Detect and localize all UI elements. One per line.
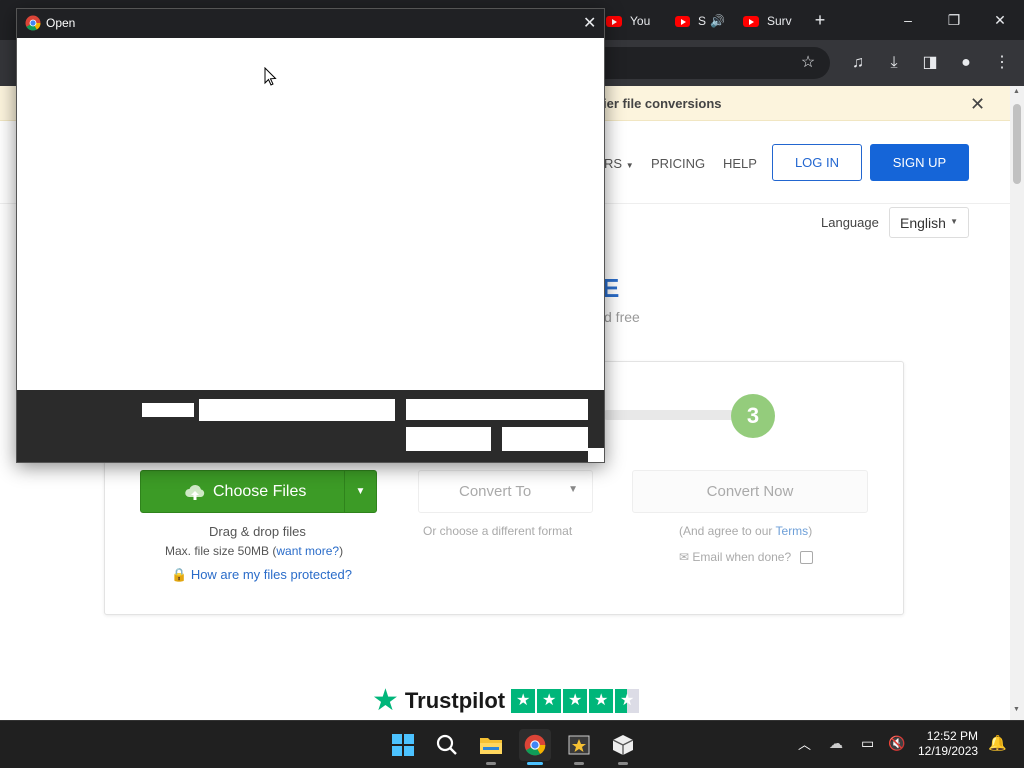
running-indicator <box>486 762 496 765</box>
files-protected-row: 🔒 How are my files protected? <box>171 567 352 583</box>
speaker-icon[interactable]: 🔊 <box>710 14 725 28</box>
scrollbar-thumb[interactable] <box>1013 104 1021 184</box>
video-editor-icon <box>568 735 590 755</box>
taskbar-file-explorer[interactable] <box>475 729 507 765</box>
windows-start-icon <box>392 734 414 756</box>
file-explorer-icon <box>480 738 502 754</box>
new-tab-button[interactable]: + <box>800 8 840 32</box>
bookmark-star-icon[interactable]: ☆ <box>797 52 819 74</box>
dialog-title: Open <box>46 16 76 30</box>
chrome-icon <box>25 15 41 31</box>
browser-tab[interactable]: S 🔊 <box>675 8 725 34</box>
trustpilot-star-icon: ★ <box>372 684 399 717</box>
choose-files-button[interactable]: Choose Files ▼ <box>140 470 377 513</box>
choose-files-label: Choose Files <box>213 483 307 500</box>
language-label: Language <box>821 215 879 230</box>
envelope-icon: ✉ <box>679 550 690 564</box>
taskbar-video-editor[interactable] <box>563 729 595 765</box>
email-when-done: ✉ Email when done? <box>679 550 814 565</box>
trustpilot-badge[interactable]: ★ Trustpilot ★ ★ ★ ★ ★ <box>372 686 641 716</box>
files-protected-link[interactable]: How are my files protected? <box>191 567 352 582</box>
step-3-badge: 3 <box>731 394 775 438</box>
nav-pricing[interactable]: PRICING <box>651 156 705 171</box>
dialog-close-icon[interactable]: ✕ <box>583 13 596 33</box>
trustpilot-wordmark: Trustpilot <box>404 688 506 713</box>
chevron-down-icon: ▼ <box>568 484 578 495</box>
banner-close-icon[interactable]: ✕ <box>970 94 985 115</box>
browser-tab[interactable]: You <box>606 8 656 34</box>
page-subtitle: d free <box>604 309 640 325</box>
clock-date: 12/19/2023 <box>918 744 979 758</box>
close-window-button[interactable]: ✕ <box>980 8 1020 32</box>
max-size-text: Max. file size 50MB (want more?) <box>165 544 344 558</box>
package-icon <box>612 735 634 755</box>
file-name-input[interactable] <box>199 399 395 421</box>
file-type-select[interactable] <box>406 399 588 420</box>
login-button[interactable]: LOG IN <box>772 144 862 181</box>
chevron-down-icon: ▼ <box>950 217 958 226</box>
step-progress-bar <box>602 410 742 420</box>
signup-button[interactable]: SIGN UP <box>870 144 969 181</box>
file-name-label <box>142 403 194 417</box>
terms-text: (And agree to our Terms) <box>679 524 813 538</box>
convert-to-select[interactable]: Convert To ▼ <box>418 470 593 513</box>
trustpilot-rating-stars: ★ ★ ★ ★ ★ <box>511 689 641 713</box>
taskbar-chrome[interactable] <box>519 729 551 765</box>
want-more-link[interactable]: want more? <box>276 544 339 558</box>
taskbar-package-app[interactable] <box>607 729 639 765</box>
mouse-cursor-icon <box>264 67 277 86</box>
open-file-dialog: Open ✕ <box>16 8 605 463</box>
taskbar-search-button[interactable] <box>431 729 463 761</box>
network-icon[interactable]: ▭ <box>861 735 874 752</box>
dialog-titlebar[interactable]: Open ✕ <box>17 9 604 38</box>
youtube-icon <box>606 15 622 27</box>
nav-tools[interactable]: RS ▼ <box>604 156 634 171</box>
system-clock[interactable]: 12:52 PM 12/19/2023 <box>918 729 978 759</box>
tab-label: Surv <box>767 14 792 28</box>
running-indicator <box>574 762 584 765</box>
tab-label: S <box>698 14 707 28</box>
chrome-icon <box>524 734 546 756</box>
terms-link[interactable]: Terms <box>776 524 809 538</box>
dialog-footer <box>17 390 604 462</box>
tab-label: You <box>630 14 651 28</box>
language-value: English <box>900 215 946 231</box>
youtube-icon <box>675 15 691 27</box>
banner-text: ier file conversions <box>603 96 722 111</box>
media-control-icon[interactable]: ♫ <box>847 52 869 74</box>
search-icon <box>436 734 457 755</box>
volume-muted-icon[interactable]: 🔇 <box>888 735 905 752</box>
cancel-button[interactable] <box>502 427 588 451</box>
convert-to-label: Convert To <box>459 483 532 500</box>
language-select[interactable]: English ▼ <box>889 207 969 238</box>
notification-bell-icon[interactable]: 🔔 <box>988 734 1007 752</box>
restore-button[interactable]: ❐ <box>934 8 974 32</box>
choose-format-hint: Or choose a different format <box>423 524 573 538</box>
lock-icon: 🔒 <box>171 567 188 582</box>
chevron-up-icon[interactable]: ︿ <box>798 734 811 753</box>
side-panel-icon[interactable]: ◨ <box>919 52 941 74</box>
convert-now-button[interactable]: Convert Now <box>632 470 868 513</box>
browser-tab[interactable]: Surv <box>743 8 793 34</box>
drag-drop-hint: Drag & drop files <box>209 524 306 539</box>
minimize-button[interactable]: – <box>888 8 928 32</box>
email-checkbox[interactable] <box>800 551 814 565</box>
page-scrollbar[interactable]: ▲ ▼ <box>1010 86 1024 720</box>
choose-files-dropdown-icon[interactable]: ▼ <box>344 471 376 512</box>
resize-grip[interactable] <box>588 448 604 462</box>
onedrive-icon[interactable]: ☁ <box>829 735 843 752</box>
profile-icon[interactable]: ● <box>955 52 977 74</box>
menu-kebab-icon[interactable]: ⋮ <box>991 52 1013 74</box>
youtube-icon <box>743 15 759 27</box>
email-label: Email when done? <box>692 550 792 564</box>
download-icon[interactable]: ⤓ <box>883 52 905 74</box>
active-indicator <box>527 762 543 765</box>
start-button[interactable] <box>387 729 419 761</box>
nav-help[interactable]: HELP <box>723 156 757 171</box>
clock-time: 12:52 PM <box>926 729 979 743</box>
open-button[interactable] <box>406 427 491 451</box>
running-indicator <box>618 762 628 765</box>
taskbar: ︿ ☁ ▭ 🔇 12:52 PM 12/19/2023 🔔 <box>0 720 1024 768</box>
cloud-upload-icon <box>185 484 205 500</box>
